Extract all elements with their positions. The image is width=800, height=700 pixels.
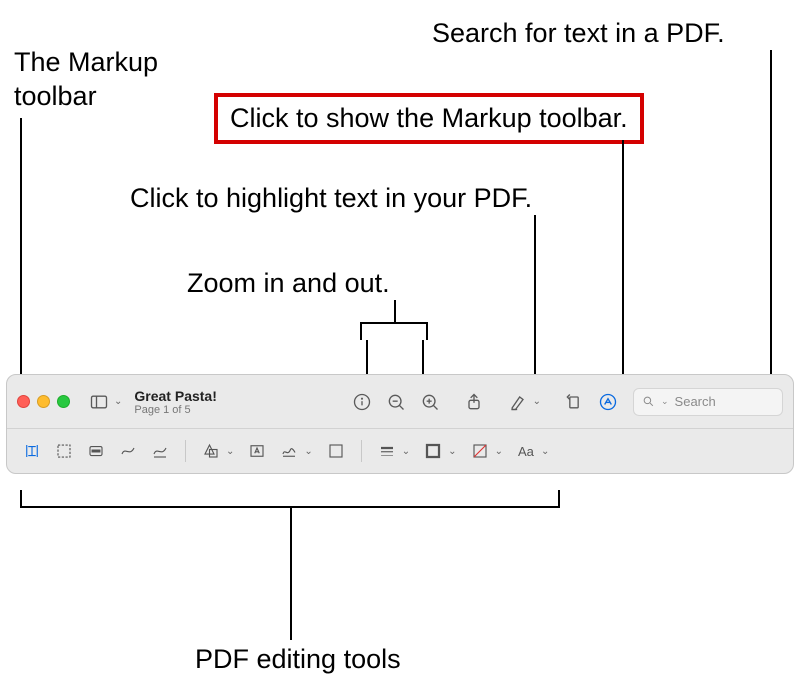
sign-tool[interactable] (276, 438, 302, 464)
callout-zoom: Zoom in and out. (187, 267, 390, 301)
rotate-button[interactable] (559, 387, 589, 417)
text-selection-tool[interactable] (19, 438, 45, 464)
chevron-down-icon[interactable]: ⌄ (448, 446, 456, 457)
zoom-in-button[interactable] (415, 387, 445, 417)
document-page-indicator: Page 1 of 5 (134, 404, 216, 416)
minimize-window-button[interactable] (37, 395, 50, 408)
callout-line (394, 300, 396, 322)
search-field[interactable]: ⌄ Search (633, 388, 783, 416)
callout-search: Search for text in a PDF. (432, 17, 725, 51)
close-window-button[interactable] (17, 395, 30, 408)
separator (361, 440, 362, 462)
preview-window: ⌄ Great Pasta! Page 1 of 5 ⌄ (6, 374, 794, 474)
line-style-tool[interactable] (374, 438, 400, 464)
chevron-down-icon[interactable]: ⌄ (114, 396, 122, 407)
callout-bracket-zoom (360, 322, 428, 340)
callout-show-markup-box: Click to show the Markup toolbar. (214, 93, 644, 144)
callout-bracket-editing (20, 490, 560, 508)
callout-line (534, 215, 536, 385)
search-icon (642, 395, 655, 408)
font-style-tool[interactable]: Aa (513, 438, 539, 464)
border-color-tool[interactable] (420, 438, 446, 464)
chevron-down-icon[interactable]: ⌄ (304, 446, 312, 457)
separator (185, 440, 186, 462)
text-tool[interactable] (244, 438, 270, 464)
callout-highlight: Click to highlight text in your PDF. (130, 182, 532, 216)
rectangular-selection-tool[interactable] (51, 438, 77, 464)
callout-line (622, 140, 624, 384)
callout-editing-tools: PDF editing tools (195, 643, 401, 677)
share-button[interactable] (459, 387, 489, 417)
sketch-tool[interactable] (115, 438, 141, 464)
highlight-button[interactable] (503, 387, 533, 417)
main-toolbar: ⌄ Great Pasta! Page 1 of 5 ⌄ (7, 375, 793, 429)
note-tool[interactable] (323, 438, 349, 464)
search-placeholder: Search (675, 394, 716, 409)
callout-line (290, 508, 292, 640)
sidebar-toggle-button[interactable] (84, 387, 114, 417)
chevron-down-icon: ⌄ (661, 396, 669, 407)
callout-line (770, 50, 772, 390)
chevron-down-icon[interactable]: ⌄ (541, 446, 549, 457)
chevron-down-icon[interactable]: ⌄ (495, 446, 503, 457)
chevron-down-icon[interactable]: ⌄ (226, 446, 234, 457)
fullscreen-window-button[interactable] (57, 395, 70, 408)
chevron-down-icon[interactable]: ⌄ (533, 396, 541, 407)
markup-toolbar: ⌄ ⌄ ⌄ ⌄ ⌄ Aa ⌄ (7, 429, 793, 473)
redact-tool[interactable] (83, 438, 109, 464)
info-button[interactable] (347, 387, 377, 417)
window-controls (17, 395, 70, 408)
callout-markup-toolbar: The Markup toolbar (14, 46, 214, 114)
markup-toolbar-button[interactable] (593, 387, 623, 417)
draw-tool[interactable] (147, 438, 173, 464)
chevron-down-icon[interactable]: ⌄ (402, 446, 410, 457)
document-title-block: Great Pasta! Page 1 of 5 (134, 388, 216, 416)
callout-show-markup: Click to show the Markup toolbar. (230, 103, 628, 133)
shapes-tool[interactable] (198, 438, 224, 464)
fill-color-tool[interactable] (467, 438, 493, 464)
document-title: Great Pasta! (134, 388, 216, 404)
zoom-out-button[interactable] (381, 387, 411, 417)
